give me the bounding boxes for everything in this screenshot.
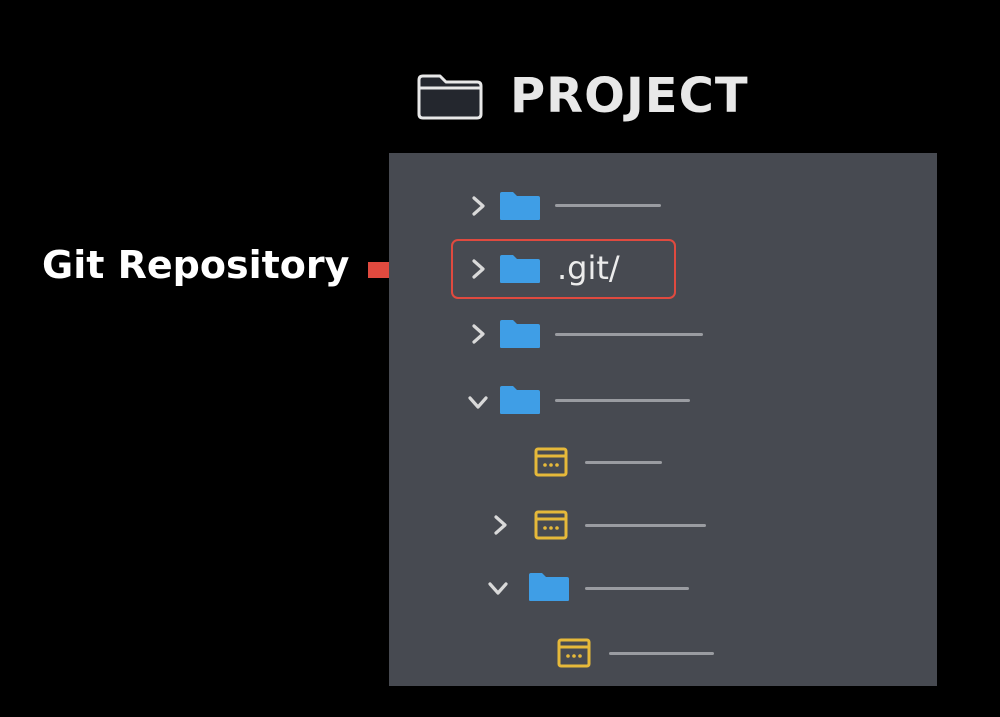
chevron-right-icon[interactable] bbox=[489, 514, 511, 536]
project-header: PROJECT bbox=[416, 66, 749, 126]
folder-name-placeholder bbox=[555, 399, 690, 402]
file-icon[interactable] bbox=[534, 510, 568, 540]
folder-icon[interactable] bbox=[499, 254, 541, 284]
folder-icon[interactable] bbox=[528, 572, 570, 602]
folder-icon bbox=[417, 74, 483, 120]
folder-icon[interactable] bbox=[499, 191, 541, 221]
folder-icon[interactable] bbox=[499, 385, 541, 415]
file-icon[interactable] bbox=[534, 447, 568, 477]
file-name-placeholder bbox=[609, 652, 714, 655]
diagram-stage: PROJECT Git Repository .git/ bbox=[0, 0, 1000, 717]
chevron-right-icon[interactable] bbox=[467, 195, 489, 217]
folder-icon[interactable] bbox=[499, 319, 541, 349]
file-tree-panel: .git/ bbox=[389, 153, 937, 686]
folder-name-placeholder bbox=[585, 587, 689, 590]
file-name-placeholder bbox=[585, 524, 706, 527]
folder-name-placeholder bbox=[555, 204, 661, 207]
chevron-down-icon[interactable] bbox=[467, 391, 489, 413]
file-icon[interactable] bbox=[557, 638, 591, 668]
git-repository-label: Git Repository bbox=[42, 243, 350, 287]
file-name-placeholder bbox=[585, 461, 662, 464]
git-folder-label[interactable]: .git/ bbox=[557, 252, 620, 284]
folder-name-placeholder bbox=[555, 333, 703, 336]
project-title: PROJECT bbox=[510, 68, 749, 124]
chevron-down-icon[interactable] bbox=[487, 577, 509, 599]
chevron-right-icon[interactable] bbox=[467, 258, 489, 280]
chevron-right-icon[interactable] bbox=[467, 323, 489, 345]
